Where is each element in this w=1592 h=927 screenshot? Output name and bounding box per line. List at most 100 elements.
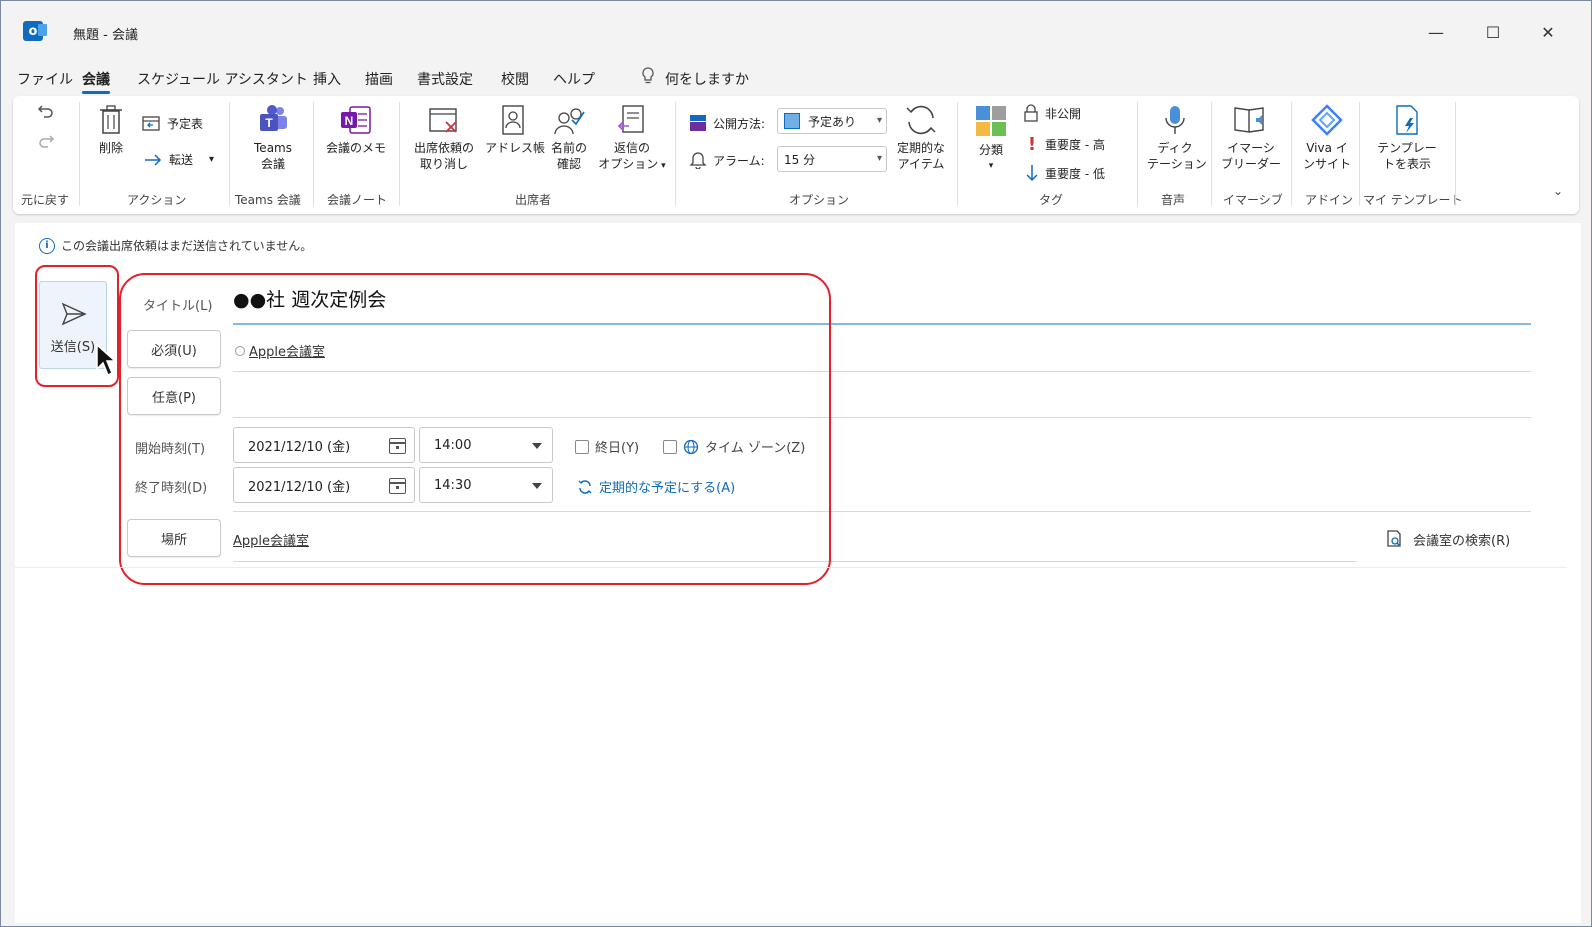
outlook-window: o 無題 - 会議 — ☐ ✕ ファイル 会議 スケジュール アシスタント 挿入… — [0, 0, 1592, 927]
teams-label-2: 会議 — [260, 157, 285, 171]
ribbon-separator — [399, 102, 400, 206]
onenote-icon: N — [341, 106, 371, 134]
teams-label-1: Teams — [254, 141, 292, 155]
close-button[interactable]: ✕ — [1533, 17, 1563, 47]
response-options-button[interactable]: 返信の オプション ▾ — [597, 104, 667, 174]
meeting-notes-label: 会議のメモ — [325, 141, 386, 155]
categorize-label: 分類 — [978, 143, 1003, 157]
show-as-text: 公開方法: — [713, 116, 766, 131]
templates-icon — [1396, 105, 1418, 135]
address-book-button[interactable]: アドレス帳 — [485, 104, 546, 156]
templates-label-1: テンプレー — [1377, 141, 1437, 155]
calendar-label: 予定表 — [167, 116, 204, 131]
ribbon-separator — [957, 102, 958, 206]
response-label-2: オプション — [598, 157, 659, 171]
dictate-label-2: テーション — [1147, 157, 1207, 171]
group-label-templates: マイ テンプレート — [1363, 193, 1463, 207]
teams-meeting-button[interactable]: T Teams 会議 — [245, 104, 301, 172]
body-divider — [15, 567, 1567, 568]
high-importance-button[interactable]: ! 重要度 - 高 — [1025, 134, 1105, 155]
calendar-button[interactable]: 予定表 — [141, 114, 203, 132]
high-importance-label: 重要度 - 高 — [1045, 138, 1105, 152]
ribbon-separator — [229, 102, 230, 206]
ribbon-separator — [1455, 102, 1456, 206]
forward-label: 転送 — [169, 153, 194, 167]
busy-color-swatch — [784, 113, 800, 129]
viva-insights-icon — [1311, 104, 1343, 136]
tab-format[interactable]: 書式設定 — [417, 69, 473, 89]
tab-help[interactable]: ヘルプ — [553, 69, 595, 89]
check-names-label-2: 確認 — [556, 157, 581, 171]
low-importance-button[interactable]: 重要度 - 低 — [1025, 164, 1105, 182]
check-names-icon — [554, 108, 585, 135]
address-book-icon — [502, 105, 524, 135]
group-label-voice: 音声 — [1161, 193, 1186, 207]
room-finder-label: 会議室の検索(R) — [1413, 533, 1511, 549]
show-as-select[interactable]: 予定あり ▾ — [777, 108, 887, 134]
delete-label: 削除 — [98, 141, 123, 155]
dictate-label-1: ディク — [1157, 141, 1193, 155]
view-templates-button[interactable]: テンプレー トを表示 — [1371, 104, 1443, 172]
tab-scheduling-assistant[interactable]: スケジュール アシスタント — [137, 69, 308, 89]
minimize-button[interactable]: — — [1421, 17, 1451, 47]
ribbon-tabs: ファイル 会議 スケジュール アシスタント 挿入 描画 書式設定 校閲 ヘルプ … — [1, 65, 1591, 94]
recurrence-label-1: 定期的な — [896, 141, 945, 155]
show-as-value: 予定あり — [808, 114, 857, 129]
window-title: 無題 - 会議 — [73, 28, 138, 43]
reminder-select[interactable]: 15 分 ▾ — [777, 146, 887, 172]
chevron-down-icon: ▾ — [876, 115, 882, 126]
lock-icon — [1024, 104, 1038, 122]
bell-icon — [689, 152, 707, 169]
check-names-button[interactable]: 名前の 確認 — [547, 104, 591, 172]
maximize-button[interactable]: ☐ — [1478, 17, 1508, 47]
group-label-attendees: 出席者 — [515, 193, 552, 207]
cancel-invitation-button[interactable]: 出席依頼の 取り消し — [409, 104, 479, 172]
meeting-form: i この会議出席依頼はまだ送信されていません。 送信(S) タイトル(L) ●●… — [15, 223, 1581, 923]
microphone-icon — [1165, 106, 1185, 134]
recurrence-button[interactable]: 定期的な アイテム — [891, 104, 951, 172]
show-as-label: 公開方法: — [689, 114, 765, 132]
ribbon-collapse-chevron-icon[interactable]: ⌄ — [1553, 184, 1563, 198]
private-button[interactable]: 非公開 — [1023, 104, 1081, 122]
ribbon: 元に戻す 削除 予定表 転送 ▾ アクション T Teams 会議 Teams … — [13, 96, 1579, 214]
viva-label-2: ンサイト — [1302, 157, 1351, 171]
immersive-reader-button[interactable]: イマーシ ブリーダー — [1219, 104, 1283, 172]
svg-text:T: T — [265, 116, 273, 130]
forward-button[interactable]: 転送 ▾ — [143, 151, 214, 168]
tell-me-search[interactable]: 何をしますか — [665, 69, 749, 89]
cancel-label-1: 出席依頼の — [413, 141, 474, 155]
ribbon-separator — [79, 102, 80, 206]
group-label-actions: アクション — [127, 193, 187, 207]
meeting-notes-button[interactable]: N 会議のメモ — [325, 104, 387, 156]
recurrence-icon — [906, 105, 936, 135]
forward-arrow-icon — [145, 153, 162, 166]
immersive-label-2: ブリーダー — [1220, 157, 1281, 171]
group-label-undo: 元に戻す — [21, 193, 70, 207]
tab-file[interactable]: ファイル — [17, 69, 73, 89]
group-label-tags: タグ — [1039, 193, 1064, 207]
categorize-button[interactable]: 分類 ▾ — [971, 104, 1011, 174]
tab-meeting[interactable]: 会議 — [82, 69, 110, 94]
ribbon-separator — [675, 102, 676, 206]
room-finder-button[interactable]: 会議室の検索(R) — [1385, 529, 1510, 549]
reminder-value: 15 分 — [784, 152, 816, 167]
ribbon-separator — [313, 102, 314, 206]
immersive-label-1: イマーシ — [1227, 141, 1275, 155]
chevron-down-icon: ▾ — [658, 161, 666, 171]
dictate-button[interactable]: ディク テーション — [1147, 104, 1207, 172]
calendar-cancel-icon — [429, 108, 457, 133]
down-arrow-icon — [1026, 165, 1038, 182]
address-book-label: アドレス帳 — [485, 141, 546, 155]
lightbulb-icon — [642, 67, 654, 84]
title-bar: o 無題 - 会議 — ☐ ✕ — [1, 1, 1591, 63]
svg-text:N: N — [345, 114, 354, 128]
undo-icon[interactable] — [37, 102, 55, 120]
tab-draw[interactable]: 描画 — [365, 69, 393, 89]
group-label-options: オプション — [789, 193, 850, 207]
viva-label-1: Viva イ — [1306, 141, 1348, 155]
show-as-icon — [690, 115, 706, 131]
viva-insights-button[interactable]: Viva イ ンサイト — [1299, 104, 1355, 172]
tab-review[interactable]: 校閲 — [501, 69, 529, 89]
delete-button[interactable]: 削除 — [93, 104, 129, 156]
tab-insert[interactable]: 挿入 — [313, 69, 341, 89]
